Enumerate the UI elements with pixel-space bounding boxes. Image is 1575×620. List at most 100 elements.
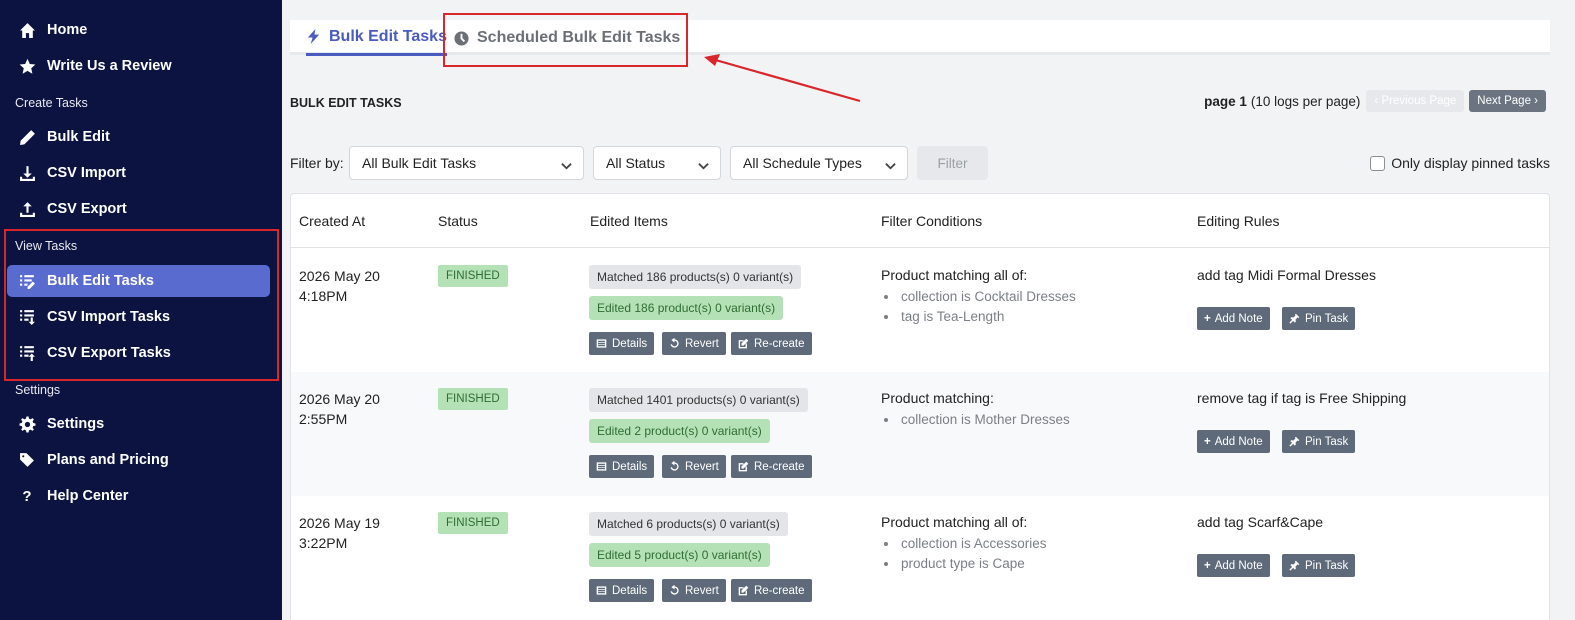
sidebar-item-label: Help Center — [47, 488, 129, 504]
revert-button[interactable]: Revert — [662, 332, 726, 355]
matched-count: Matched 186 products(s) 0 variant(s) — [589, 265, 802, 289]
revert-button[interactable]: Revert — [662, 579, 726, 602]
condition-title: Product matching all of: — [881, 514, 1028, 530]
pin-icon — [1289, 436, 1300, 447]
edited-count: Edited 186 product(s) 0 variant(s) — [589, 296, 784, 320]
question-icon: ? — [22, 487, 32, 505]
plus-icon: + — [1204, 435, 1211, 448]
condition-item: tag is Tea-Length — [881, 307, 1076, 327]
details-button[interactable]: Details — [589, 455, 655, 478]
add-note-button[interactable]: + Add Note — [1197, 430, 1270, 453]
button-label: Add Note — [1214, 559, 1263, 572]
sidebar-item-home[interactable]: Home — [7, 14, 270, 46]
download-icon — [7, 165, 47, 182]
details-button[interactable]: Details — [589, 332, 655, 355]
editing-rule: add tag Scarf&Cape — [1197, 514, 1324, 530]
tab-bulk-edit-tasks[interactable]: Bulk Edit Tasks — [306, 20, 447, 56]
button-label: Re-create — [754, 337, 805, 350]
sidebar-item-settings[interactable]: Settings — [7, 408, 270, 440]
plus-icon: + — [1204, 559, 1211, 572]
sidebar-item-label: Home — [47, 22, 88, 38]
undo-icon — [670, 338, 679, 348]
list-icon — [596, 462, 607, 471]
select-value: All Status — [606, 155, 666, 171]
section-settings: Settings — [15, 383, 61, 397]
sidebar-item-help[interactable]: ? Help Center — [7, 480, 270, 512]
condition-list: collection is Accessories product type i… — [881, 534, 1047, 574]
filter-button[interactable]: Filter — [917, 146, 988, 180]
recreate-button[interactable]: Re-create — [731, 455, 812, 478]
sidebar-item-bulk-edit[interactable]: Bulk Edit — [7, 121, 270, 153]
sidebar-item-label: Write Us a Review — [47, 58, 172, 74]
add-note-button[interactable]: + Add Note — [1197, 307, 1270, 330]
plus-icon: + — [1204, 312, 1211, 325]
recreate-button[interactable]: Re-create — [731, 579, 812, 602]
time-text: 3:22PM — [299, 535, 348, 551]
sidebar-item-label: Settings — [47, 416, 105, 432]
chevron-down-icon — [885, 158, 896, 170]
editing-rule: add tag Midi Formal Dresses — [1197, 267, 1376, 283]
sidebar-item-review[interactable]: Write Us a Review — [7, 50, 270, 82]
task-type-select[interactable]: All Bulk Edit Tasks — [349, 146, 584, 180]
col-edited-items: Edited Items — [590, 213, 668, 229]
matched-count: Matched 6 products(s) 0 variant(s) — [589, 512, 788, 536]
table-header: Created At Status Edited Items Filter Co… — [291, 194, 1549, 248]
created-at: 2026 May 20 4:18PM — [299, 266, 380, 306]
details-button[interactable]: Details — [589, 579, 655, 602]
filter-label: Filter by: — [290, 155, 344, 171]
recreate-button[interactable]: Re-create — [731, 332, 812, 355]
view-tasks-highlight — [4, 229, 279, 381]
home-icon — [7, 22, 47, 39]
sidebar-item-label: Bulk Edit — [47, 129, 110, 145]
page-title: BULK EDIT TASKS — [290, 96, 402, 110]
button-label: Revert — [685, 337, 719, 350]
sidebar: Home Write Us a Review Create Tasks Bulk… — [0, 0, 282, 620]
tab-label: Bulk Edit Tasks — [329, 27, 447, 45]
page-size-note: (10 logs per page) — [1250, 93, 1361, 109]
sidebar-item-csv-import[interactable]: CSV Import — [7, 157, 270, 189]
button-label: Revert — [685, 584, 719, 597]
sidebar-item-csv-export[interactable]: CSV Export — [7, 193, 270, 225]
pinned-checkbox[interactable] — [1370, 155, 1386, 171]
revert-button[interactable]: Revert — [662, 455, 726, 478]
select-value: All Schedule Types — [743, 155, 862, 171]
pin-task-button[interactable]: Pin Task — [1282, 307, 1356, 330]
sidebar-item-label: CSV Import — [47, 165, 126, 181]
button-label: Pin Task — [1305, 559, 1349, 572]
bolt-icon — [307, 29, 320, 44]
schedule-type-select[interactable]: All Schedule Types — [730, 146, 908, 180]
button-label: Details — [612, 584, 648, 597]
col-created-at: Created At — [299, 213, 366, 229]
time-text: 2:55PM — [299, 411, 348, 427]
condition-item: collection is Accessories — [881, 534, 1047, 554]
tags-icon — [7, 452, 47, 469]
pin-task-button[interactable]: Pin Task — [1282, 554, 1356, 577]
filter-row: Filter by: All Bulk Edit Tasks All Statu… — [290, 146, 1550, 180]
next-page-button[interactable]: Next Page › — [1469, 90, 1546, 112]
button-label: Add Note — [1214, 435, 1263, 448]
created-at: 2026 May 20 2:55PM — [299, 389, 380, 429]
edited-count: Edited 2 product(s) 0 variant(s) — [589, 419, 770, 443]
select-value: All Bulk Edit Tasks — [362, 155, 477, 171]
scheduled-tab-highlight — [443, 13, 688, 67]
pinned-filter[interactable]: Only display pinned tasks — [1370, 155, 1550, 171]
pin-icon — [1289, 313, 1300, 324]
tasks-table: Created At Status Edited Items Filter Co… — [290, 193, 1550, 620]
condition-list: collection is Cocktail Dresses tag is Te… — [881, 287, 1076, 327]
status-select[interactable]: All Status — [593, 146, 721, 180]
star-icon — [7, 58, 47, 75]
date-text: 2026 May 20 — [299, 391, 380, 407]
pin-task-button[interactable]: Pin Task — [1282, 430, 1356, 453]
next-page-label: Next Page — [1477, 95, 1531, 107]
gear-icon — [7, 416, 47, 433]
previous-page-label: Previous Page — [1381, 95, 1457, 107]
button-label: Pin Task — [1305, 312, 1349, 325]
add-note-button[interactable]: + Add Note — [1197, 554, 1270, 577]
button-label: Details — [612, 460, 648, 473]
list-icon — [596, 586, 607, 595]
page-number: page 1 — [1204, 93, 1247, 109]
sidebar-item-plans[interactable]: Plans and Pricing — [7, 444, 270, 476]
section-create-tasks: Create Tasks — [15, 96, 88, 110]
button-label: Re-create — [754, 460, 805, 473]
previous-page-button[interactable]: ‹ Previous Page — [1366, 90, 1465, 112]
